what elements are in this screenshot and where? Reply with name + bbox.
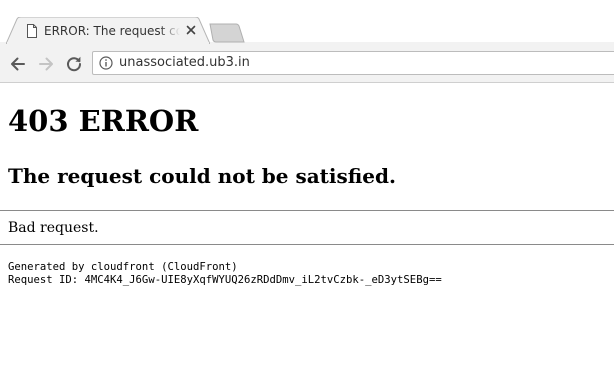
toolbar: unassociated.ub3.in <box>0 46 614 83</box>
generated-by-text: Generated by cloudfront (CloudFront) <box>8 261 238 273</box>
error-message: Bad request. <box>8 220 99 236</box>
document-icon <box>27 24 37 38</box>
info-icon[interactable] <box>99 56 113 70</box>
close-icon[interactable] <box>184 23 198 37</box>
tab-title: ERROR: The request could not be satisfie… <box>44 24 180 38</box>
address-bar[interactable]: unassociated.ub3.in <box>92 51 614 75</box>
page-subtitle: The request could not be satisfied. <box>8 164 396 188</box>
browser-window: ERROR: The request could not be satisfie… <box>0 0 614 376</box>
request-id-text: Request ID: 4MC4K4_J6Gw-UIE8yXqfWYUQ26zR… <box>8 274 442 286</box>
active-tab[interactable]: ERROR: The request could not be satisfie… <box>6 17 210 44</box>
reload-icon[interactable] <box>64 54 84 74</box>
arrow-left-icon[interactable] <box>8 54 28 74</box>
arrow-right-icon[interactable] <box>36 54 56 74</box>
page-title: 403 ERROR <box>8 104 199 138</box>
tab-strip: ERROR: The request could not be satisfie… <box>0 0 614 47</box>
page-content: 403 ERROR The request could not be satis… <box>0 83 614 376</box>
divider-bottom <box>0 244 614 245</box>
divider-top <box>0 210 614 211</box>
url-text[interactable]: unassociated.ub3.in <box>119 54 250 72</box>
new-tab-icon[interactable] <box>207 23 245 43</box>
